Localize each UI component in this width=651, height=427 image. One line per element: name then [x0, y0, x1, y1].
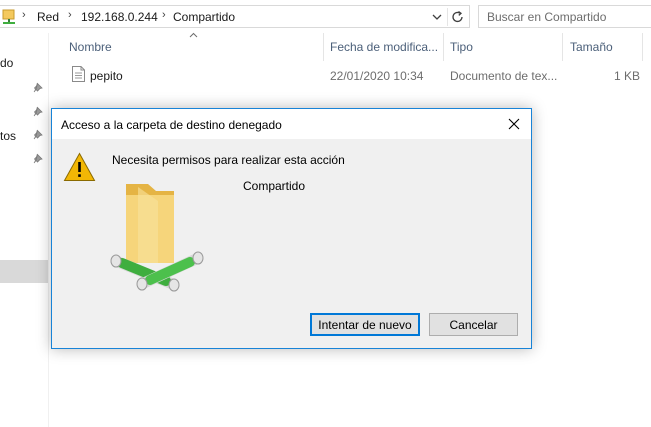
network-location-icon [2, 9, 15, 24]
address-bar[interactable]: › Red › 192.168.0.244 › Compartido [0, 5, 470, 28]
pin-icon[interactable] [33, 153, 44, 164]
pin-icon[interactable] [33, 106, 44, 117]
column-divider[interactable] [562, 33, 563, 61]
column-divider[interactable] [323, 33, 324, 61]
sort-up-icon [189, 32, 198, 38]
nav-item-partial[interactable]: do [0, 56, 13, 70]
cancel-button[interactable]: Cancelar [429, 313, 518, 336]
close-icon [508, 118, 520, 130]
error-message: Necesita permisos para realizar esta acc… [112, 153, 345, 167]
chevron-right-icon[interactable]: › [162, 9, 166, 21]
dialog-title: Acceso a la carpeta de destino denegado [61, 118, 282, 132]
breadcrumb-ip[interactable]: 192.168.0.244 [81, 10, 158, 24]
nav-item-partial[interactable]: tos [0, 129, 16, 143]
address-bar-row: › Red › 192.168.0.244 › Compartido [0, 0, 651, 33]
file-name[interactable]: pepito [90, 69, 123, 83]
network-folder-icon [110, 184, 204, 292]
target-folder-name: Compartido [243, 179, 306, 193]
column-header-name[interactable]: Nombre [69, 40, 112, 54]
column-divider[interactable] [642, 33, 643, 61]
column-header-modified[interactable]: Fecha de modifica... [330, 40, 438, 54]
chevron-down-icon[interactable] [430, 10, 444, 24]
column-divider[interactable] [443, 33, 444, 61]
refresh-button[interactable] [447, 8, 467, 26]
text-file-icon [72, 66, 85, 82]
breadcrumb-compartido[interactable]: Compartido [173, 10, 235, 24]
close-button[interactable] [497, 109, 531, 139]
search-input[interactable] [479, 6, 651, 27]
file-row[interactable]: pepito 22/01/2020 10:34 Documento de tex… [49, 63, 651, 87]
file-modified: 22/01/2020 10:34 [330, 69, 424, 83]
retry-button[interactable]: Intentar de nuevo [310, 313, 420, 336]
column-header-type[interactable]: Tipo [450, 40, 473, 54]
access-denied-dialog: Acceso a la carpeta de destino denegado … [51, 108, 532, 349]
nav-item-selected[interactable] [0, 260, 48, 283]
warning-icon [63, 152, 96, 181]
file-type: Documento de tex... [450, 69, 558, 83]
file-size: 1 KB [614, 69, 641, 83]
chevron-right-icon[interactable]: › [22, 9, 26, 21]
breadcrumb-red[interactable]: Red [37, 10, 59, 24]
chevron-right-icon[interactable]: › [68, 9, 72, 21]
column-header-size[interactable]: Tamaño [570, 40, 613, 54]
search-box[interactable] [478, 5, 651, 28]
column-headers: Nombre Fecha de modifica... Tipo Tamaño [49, 32, 651, 61]
refresh-icon [452, 10, 463, 23]
dialog-titlebar[interactable]: Acceso a la carpeta de destino denegado [52, 109, 531, 139]
pin-icon[interactable] [33, 82, 44, 93]
pin-icon[interactable] [33, 129, 44, 140]
navigation-pane: do tos [0, 33, 49, 427]
